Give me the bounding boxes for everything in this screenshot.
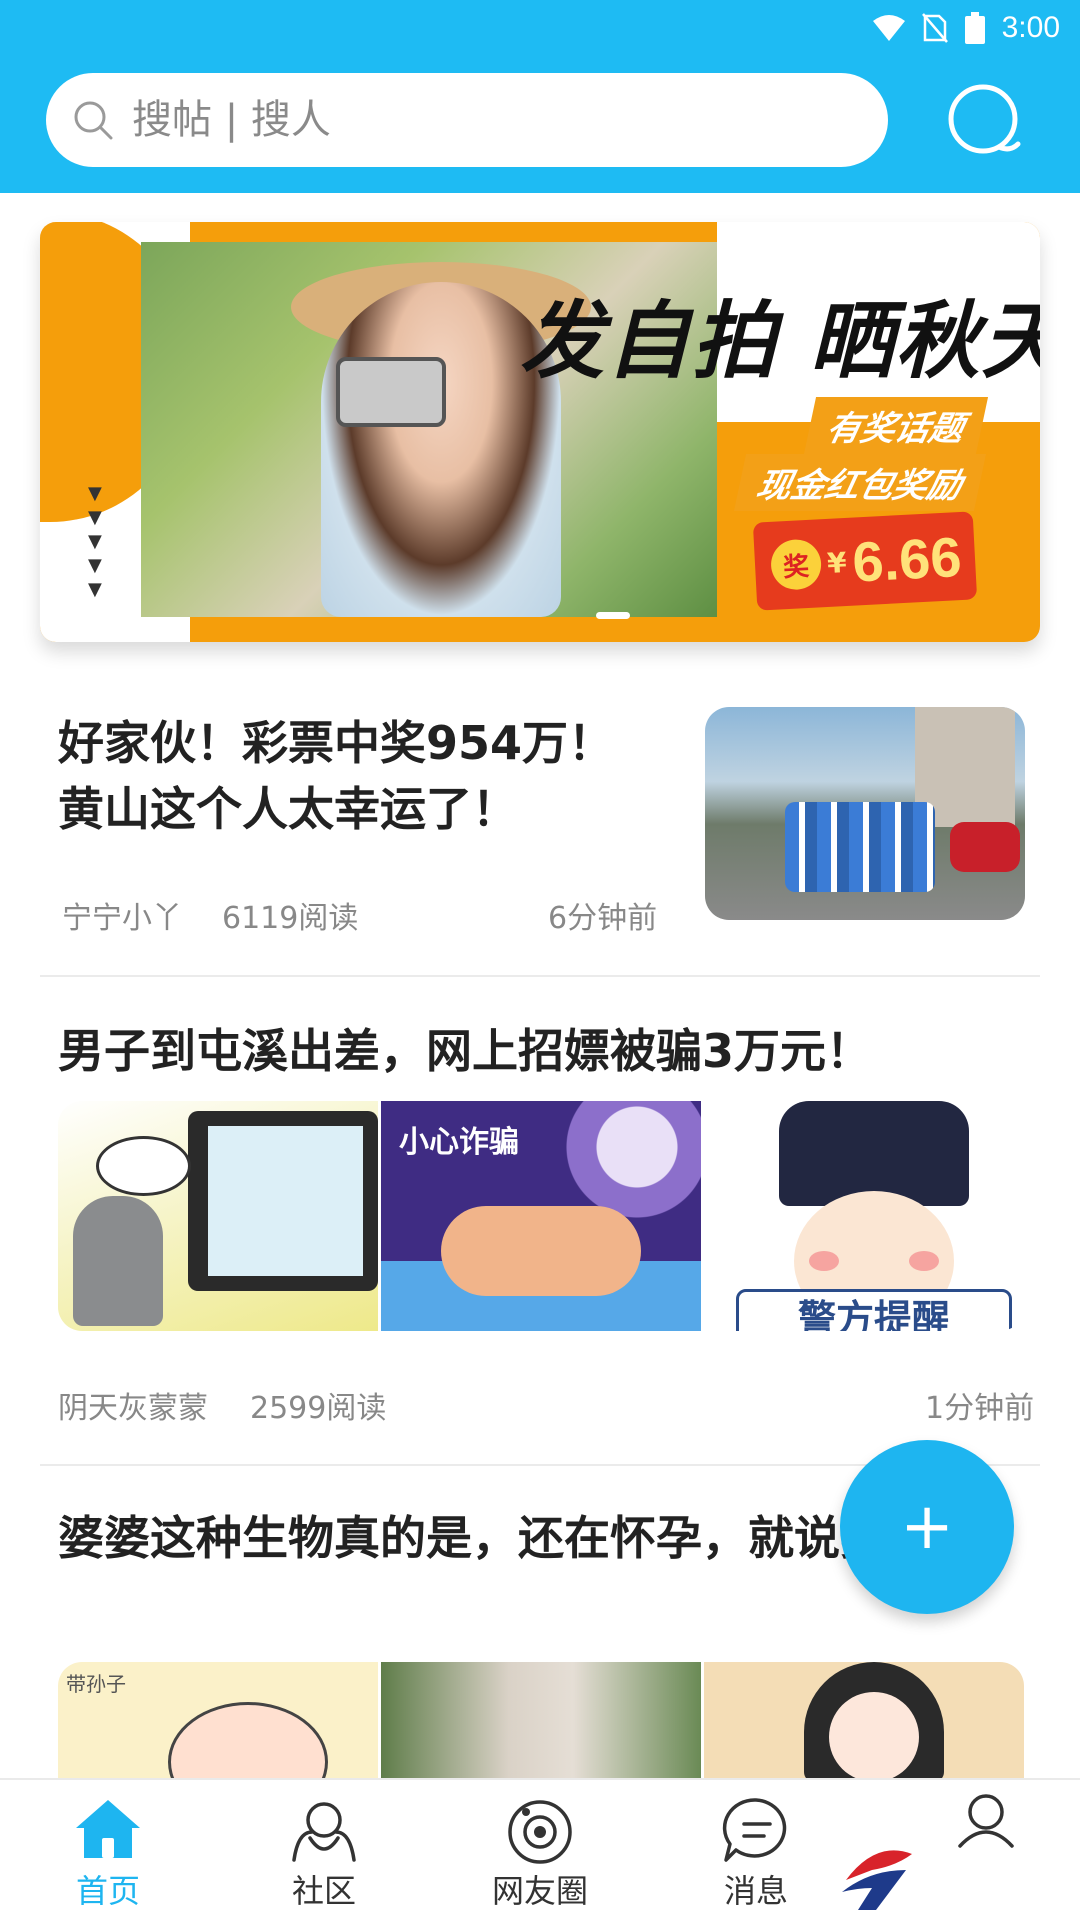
- article-reads: 2599阅读: [250, 1391, 387, 1426]
- status-bar: 3:00: [872, 8, 1060, 48]
- create-post-button[interactable]: +: [840, 1440, 1014, 1614]
- search-icon: [74, 101, 113, 140]
- home-icon: [76, 1800, 140, 1858]
- no-sim-icon: [921, 13, 948, 43]
- promo-banner[interactable]: ▼ ▼ ▼ ▼ ▼ 发自拍 晒秋天 有奖话题 现金红包奖励 奖 ¥ 6.66: [40, 222, 1040, 642]
- divider: [40, 975, 1040, 977]
- message-icon: [722, 1798, 787, 1862]
- banner-subtitle-reward: 现金红包奖励: [733, 454, 987, 511]
- search-bar[interactable]: [46, 73, 888, 167]
- brand-logo-icon: [842, 1850, 912, 1910]
- nav-label: 首页: [75, 1872, 140, 1910]
- clock: 3:00: [1001, 11, 1060, 44]
- article-title[interactable]: 男子到屯溪出差，网上招嫖被骗3万元！: [58, 1015, 872, 1081]
- nav-label: 消息: [723, 1872, 788, 1910]
- search-input[interactable]: [132, 97, 832, 143]
- nav-item-community[interactable]: 社区: [216, 1780, 432, 1920]
- article-image[interactable]: [58, 1101, 378, 1331]
- image-caption: 小心诈骗: [399, 1125, 519, 1160]
- nav-item-friends-circle[interactable]: 网友圈: [432, 1780, 648, 1920]
- image-sign: 警方提醒: [736, 1289, 1012, 1331]
- nav-label: 社区: [291, 1872, 356, 1910]
- prize-amount: 6.66: [850, 524, 964, 594]
- nav-item-home[interactable]: 首页: [0, 1780, 216, 1920]
- wifi-icon: [872, 15, 905, 41]
- banner-prize: 奖 ¥ 6.66: [752, 511, 978, 611]
- app-header: 3:00: [0, 0, 1080, 193]
- article-time: 6分钟前: [548, 901, 658, 936]
- camera-icon: [336, 357, 446, 427]
- article-title[interactable]: 好家伙！彩票中奖954万！黄山这个人太幸运了！: [58, 710, 658, 842]
- nav-item-messages[interactable]: 消息: [648, 1780, 864, 1920]
- banner-subtitle-topic: 有奖话题: [803, 397, 989, 454]
- search-button-icon[interactable]: [946, 82, 1026, 162]
- bottom-nav: 首页 社区 网友圈 消息: [0, 1778, 1080, 1920]
- article-image[interactable]: 带孙子: [58, 1662, 378, 1782]
- article-image[interactable]: [381, 1662, 701, 1782]
- community-icon: [292, 1802, 356, 1862]
- article-image[interactable]: 警方提醒: [704, 1101, 1024, 1331]
- plus-icon: +: [900, 1490, 954, 1564]
- prize-currency: ¥: [826, 545, 848, 580]
- article-image[interactable]: [704, 1662, 1024, 1782]
- prize-badge: 奖: [769, 538, 823, 591]
- article-author[interactable]: 宁宁小丫: [62, 893, 182, 937]
- article-time: 1分钟前: [925, 1391, 1035, 1426]
- article-author[interactable]: 阴天灰蒙蒙: [58, 1383, 208, 1427]
- nav-label: 网友圈: [491, 1872, 588, 1910]
- carousel-indicator: [596, 612, 630, 619]
- battery-icon: [964, 12, 985, 44]
- banner-title: 发自拍 晒秋天: [520, 292, 1040, 390]
- banner-arrows: ▼ ▼ ▼ ▼ ▼: [88, 483, 102, 600]
- profile-icon: [958, 1794, 1014, 1848]
- image-label: 带孙子: [66, 1672, 126, 1696]
- friends-circle-icon: [508, 1800, 572, 1864]
- article-reads: 6119阅读: [222, 901, 359, 936]
- article-image[interactable]: 小心诈骗: [381, 1101, 701, 1331]
- article-thumbnail[interactable]: [705, 707, 1025, 920]
